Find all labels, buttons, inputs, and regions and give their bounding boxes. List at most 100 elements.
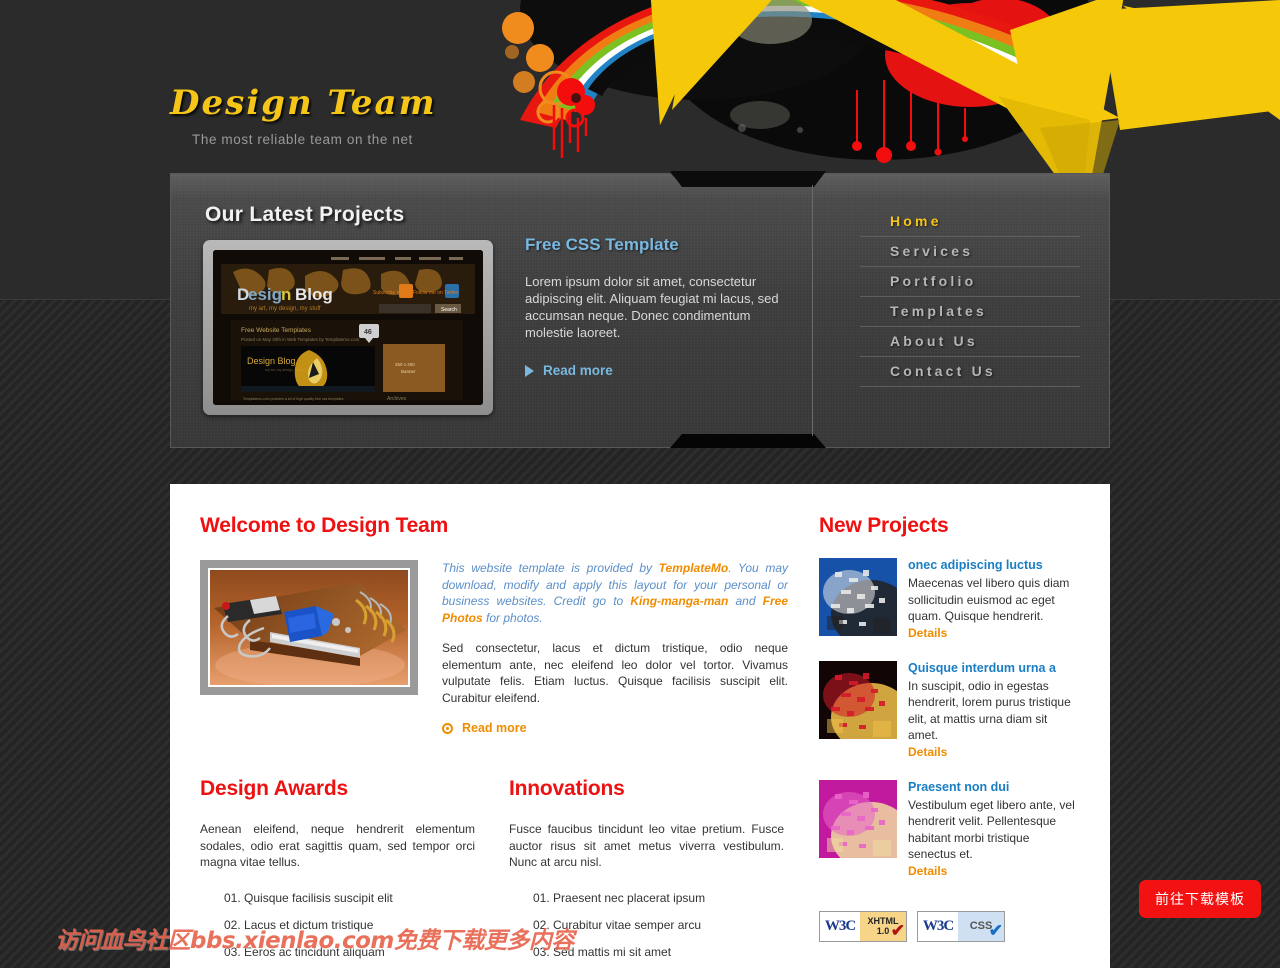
nav-item-label: Contact Us [890,363,996,379]
project-description: Vestibulum eget libero ante, vel hendrer… [908,797,1075,862]
welcome-intro-text: This website template is provided by [442,561,659,575]
slider-thumbnail-frame[interactable]: D esig n Blog my art, my design, my stuf… [203,240,493,415]
svg-text:Archives: Archives [387,396,407,402]
w3c-xhtml-badge[interactable]: W3C XHTML 1.0 ✔ [819,910,907,942]
welcome-read-more-link[interactable]: Read more [442,721,788,735]
welcome-title: Welcome to Design Team [200,514,449,537]
site-tagline: The most reliable team on the net [192,132,413,148]
play-triangle-icon [525,364,534,377]
welcome-text-block: This website template is provided by Tem… [442,560,788,735]
welcome-image-frame [200,560,418,695]
w3c-logo-text: W3C [918,911,958,941]
project-thumbnail-svg [819,779,897,858]
svg-text:esig: esig [248,285,282,304]
svg-text:n: n [281,285,291,304]
welcome-intro-text: and [728,594,763,608]
welcome-body-paragraph: Sed consectetur, lacus et dictum tristiq… [442,641,788,705]
svg-text:Free Website Templates: Free Website Templates [241,327,312,334]
svg-text:Search: Search [441,307,457,313]
svg-text:Follow me on Twitter: Follow me on Twitter [413,290,459,296]
project-details-link[interactable]: Details [908,863,1080,879]
content-main-column: Welcome to Design Team This website temp… [200,514,791,968]
project-list-item: Praesent non dui Vestibulum eget libero a… [819,779,1080,879]
project-title-link[interactable]: Praesent non dui [908,780,1080,795]
nav-item-home[interactable]: Home [860,207,1080,237]
slider-read-more-link[interactable]: Read more [525,363,787,378]
list-item[interactable]: 01. Quisque facilisis suscipit elit [200,891,475,918]
arrow-circle-icon [442,722,453,734]
slider-heading[interactable]: Free CSS Template [525,235,787,255]
validation-badges: W3C XHTML 1.0 ✔ W3C CSS ✔ [819,910,1080,942]
nav-list: Home Services Portfolio Templates About Us Co… [860,207,1080,387]
watermark-overlay: 访问血鸟社区bbs.xienlao.com免费下载更多内容 [55,928,574,954]
design-blog-screenshot-svg: D esig n Blog my art, my design, my stuf… [213,250,483,405]
svg-text:250 x 250: 250 x 250 [395,362,415,367]
site-logo-title: Design Team [170,83,437,123]
svg-text:Design Blog: Design Blog [247,356,296,366]
welcome-intro-link[interactable]: King-manga-man [630,594,728,608]
project-body: Quisque interdum urna a In suscipit, odio… [908,661,1080,760]
main-navigation: Home Services Portfolio Templates About Us Co… [813,173,1110,448]
nav-item-label: Home [890,213,942,229]
svg-text:Blog: Blog [295,285,333,304]
svg-text:Templatemo.com provides a lot: Templatemo.com provides a lot of high qu… [243,397,344,401]
checkmark-icon: ✔ [890,920,905,940]
project-thumbnail[interactable] [819,558,897,636]
nav-item-about-us[interactable]: About Us [860,327,1080,357]
welcome-intro-text: for photos. [482,610,543,625]
project-description: Maecenas vel libero quis diam sollicitud… [908,576,1070,623]
feature-panel: Our Latest Projects D esig n Blog my art… [170,171,1110,448]
welcome-image [208,568,410,687]
binder-clips-photo-svg [210,570,408,685]
latest-projects-title: Our Latest Projects [205,203,405,226]
new-projects-list: onec adipiscing luctus Maecenas vel liber… [819,558,1080,879]
w3c-logo-text: W3C [820,911,860,941]
project-thumbnail-svg [819,660,897,739]
nav-item-label: Services [890,243,974,259]
svg-text:Banner: Banner [401,369,416,374]
download-template-button[interactable]: 前往下载模板 [1139,880,1261,918]
column-title: Design Awards [200,777,348,800]
project-thumbnail[interactable] [819,660,897,739]
project-details-link[interactable]: Details [908,625,1080,641]
project-list-item: onec adipiscing luctus Maecenas vel liber… [819,558,1080,641]
checkmark-icon: ✔ [988,920,1003,940]
column-paragraph: Aenean eleifend, neque hendrerit element… [200,822,475,869]
welcome-intro-paragraph: This website template is provided by Tem… [442,560,788,626]
project-details-link[interactable]: Details [908,744,1080,760]
slider-text-block: Free CSS Template Lorem ipsum dolor sit … [525,235,787,378]
project-description: In suscipit, odio in egestas hendrerit, … [908,678,1071,743]
project-title-link[interactable]: onec adipiscing luctus [908,558,1080,573]
new-projects-title: New Projects [819,514,949,537]
project-thumbnail-svg [819,558,897,636]
project-title-link[interactable]: Quisque interdum urna a [908,661,1080,676]
badge-label-line2: 1.0 [876,926,890,936]
nav-item-label: Portfolio [890,273,977,289]
svg-text:Posted on May 20th in Web Temp: Posted on May 20th in Web Templates by T… [241,337,360,342]
content-sidebar: New Projects onec adipiscing luctus Maece… [819,514,1080,968]
project-body: Praesent non dui Vestibulum eget libero a… [908,780,1080,879]
project-body: onec adipiscing luctus Maecenas vel liber… [908,558,1080,641]
list-item[interactable]: 01. Praesent nec placerat ipsum [509,891,784,918]
slider-thumbnail-image: D esig n Blog my art, my design, my stuf… [213,250,483,405]
nav-item-contact-us[interactable]: Contact Us [860,357,1080,387]
project-thumbnail[interactable] [819,779,897,858]
site-logo[interactable]: Design Team The most reliable team on th… [170,83,437,148]
welcome-read-more-label: Read more [462,721,527,735]
slider-body-text: Lorem ipsum dolor sit amet, consectetur … [525,274,779,340]
project-list-item: Quisque interdum urna a In suscipit, odio… [819,660,1080,760]
nav-item-label: About Us [890,333,978,349]
nav-item-portfolio[interactable]: Portfolio [860,267,1080,297]
slider-read-more-label: Read more [543,363,613,378]
nav-item-services[interactable]: Services [860,237,1080,267]
main-content-area: Welcome to Design Team This website temp… [170,484,1110,968]
nav-item-label: Templates [890,303,988,319]
latest-projects-slider: Our Latest Projects D esig n Blog my art… [170,173,812,448]
svg-text:my art, my design, my stuff: my art, my design, my stuff [249,306,321,312]
w3c-css-badge[interactable]: W3C CSS ✔ [917,910,1005,942]
welcome-intro-link[interactable]: TemplateMo [659,561,729,575]
column-paragraph: Fusce faucibus tincidunt leo vitae preti… [509,822,784,869]
column-title: Innovations [509,777,625,800]
svg-text:46: 46 [364,329,372,336]
nav-item-templates[interactable]: Templates [860,297,1080,327]
